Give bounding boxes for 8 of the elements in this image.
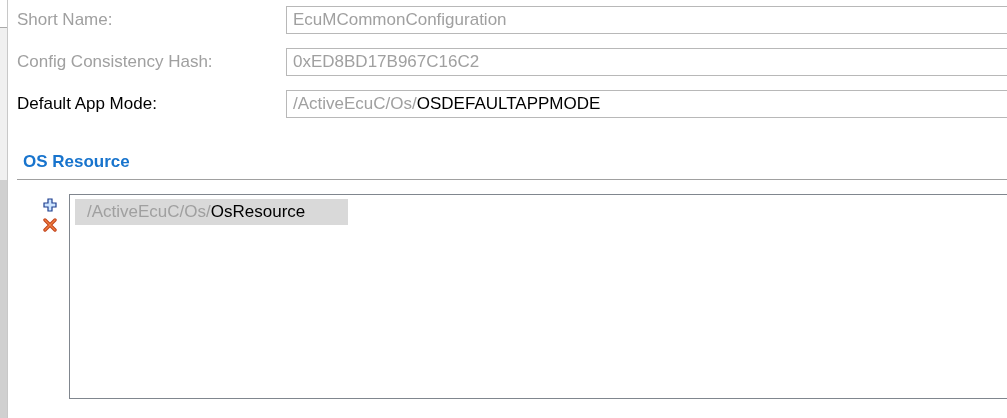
field-label: Default App Mode: — [17, 94, 158, 114]
section-title: OS Resource — [23, 152, 130, 172]
field-label: Config Consistency Hash: — [17, 52, 214, 72]
input-field[interactable]: /ActiveEcuC/Os/OSDEFAULTAPPMODE — [286, 90, 1007, 118]
delete-icon[interactable] — [43, 218, 57, 232]
field-label: Short Name: — [17, 10, 114, 30]
list-item[interactable]: /ActiveEcuC/Os/OsResource — [75, 199, 348, 225]
add-icon[interactable] — [43, 198, 57, 212]
